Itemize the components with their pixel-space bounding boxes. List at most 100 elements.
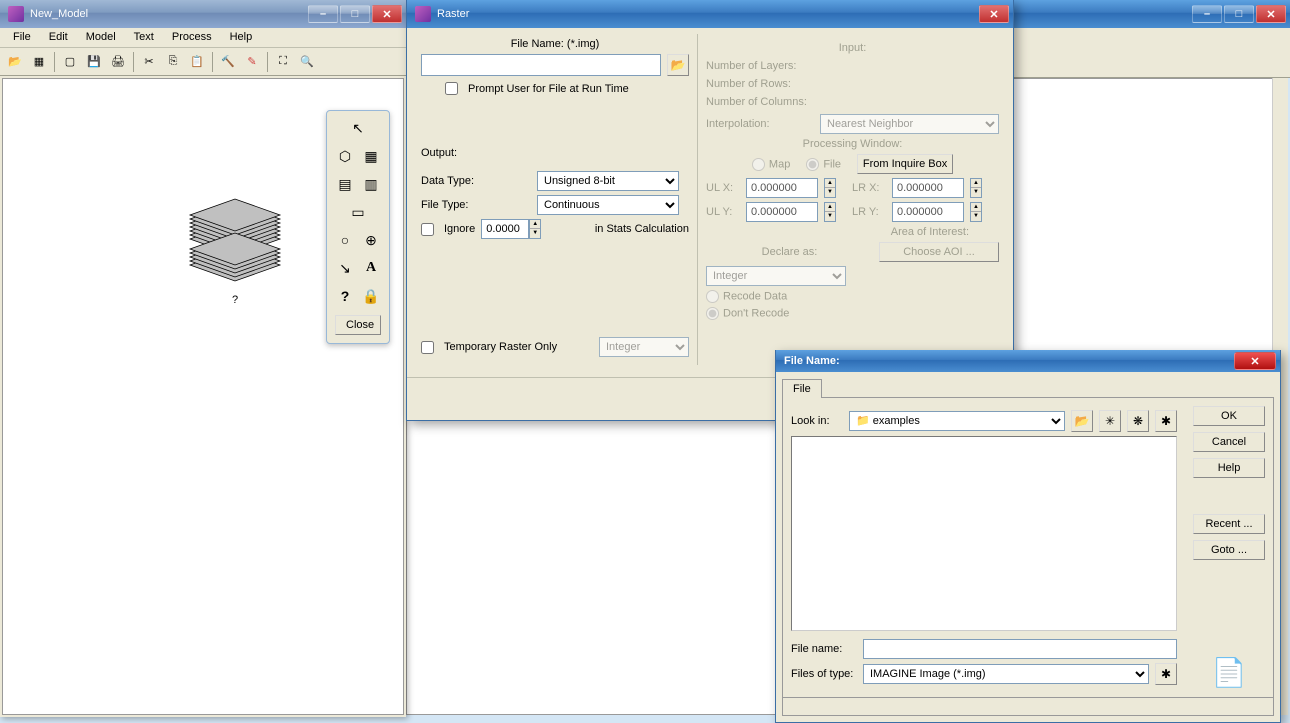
menu-help[interactable]: Help [221, 28, 262, 47]
paste-icon[interactable]: 📋 [186, 51, 208, 73]
main-minimize-button[interactable]: – [308, 5, 338, 23]
print-icon[interactable]: 🖨 [107, 51, 129, 73]
filestype-select[interactable]: IMAGINE Image (*.img) [863, 664, 1149, 684]
square-hatch-tool[interactable]: ▦ [362, 147, 380, 165]
menu-model[interactable]: Model [77, 28, 125, 47]
lrx-spinner: ▲▼ [970, 178, 982, 198]
uly-label: UL Y: [706, 206, 740, 218]
prompt-user-label: Prompt User for File at Run Time [468, 83, 629, 95]
file-radio [806, 158, 819, 171]
zoom-icon[interactable]: 🔍 [296, 51, 318, 73]
raster-browse-button[interactable]: 📂 [667, 54, 689, 76]
ignore-spinner[interactable]: ▲▼ [529, 219, 541, 239]
file-list[interactable] [791, 436, 1177, 631]
ignore-label: Ignore [444, 223, 475, 235]
lry-label: LR Y: [852, 206, 886, 218]
aoi-header: Area of Interest: [706, 226, 999, 238]
app-icon [8, 6, 24, 22]
rect-tool[interactable]: ▭ [349, 203, 367, 221]
filestype-label: Files of type: [791, 668, 857, 680]
bookmark-button[interactable]: ✱ [1155, 410, 1177, 432]
main-close-button[interactable]: ✕ [372, 5, 402, 23]
ignore-checkbox[interactable] [421, 223, 434, 236]
hammer-icon[interactable]: 🔨 [217, 51, 239, 73]
temp-raster-checkbox[interactable] [421, 341, 434, 354]
menu-text[interactable]: Text [125, 28, 163, 47]
data-type-select[interactable]: Unsigned 8-bit [537, 171, 679, 191]
input-header: Input: [706, 42, 999, 54]
prompt-user-checkbox[interactable] [445, 82, 458, 95]
ulx-input [746, 178, 818, 198]
help-tool[interactable]: ? [336, 287, 354, 305]
filename-input[interactable] [863, 639, 1177, 659]
file-cancel-button[interactable]: Cancel [1193, 432, 1265, 452]
menu-file[interactable]: File [4, 28, 40, 47]
bg-maximize-button[interactable]: □ [1224, 5, 1254, 23]
file-tab[interactable]: File [782, 379, 822, 398]
palette-close-button[interactable]: Close [335, 315, 381, 335]
table-tool[interactable]: ▥ [362, 175, 380, 193]
raster-node-label: ? [180, 294, 290, 306]
tool-palette: ↖ ⬡ ▦ ▤ ▥ ▭ ○ ⊕ ↘ A ? 🔒 Close [326, 110, 390, 344]
temp-raster-type-select: Integer [599, 337, 689, 357]
recode-radio [706, 290, 719, 303]
menu-process[interactable]: Process [163, 28, 221, 47]
view-button[interactable]: ❋ [1127, 410, 1149, 432]
connect-tool[interactable]: ↘ [336, 259, 354, 277]
menu-edit[interactable]: Edit [40, 28, 77, 47]
file-recent-button[interactable]: Recent ... [1193, 514, 1265, 534]
filestype-options-button[interactable]: ✱ [1155, 663, 1177, 685]
globe-tool[interactable]: ⊕ [362, 231, 380, 249]
raster-close-button[interactable]: ✕ [979, 5, 1009, 23]
run-icon[interactable]: ▦ [28, 51, 50, 73]
raster-file-name-label: File Name: (*.img) [421, 38, 689, 50]
bg-close-button[interactable]: ✕ [1256, 5, 1286, 23]
num-layers-label: Number of Layers: [706, 60, 999, 72]
main-maximize-button[interactable]: □ [340, 5, 370, 23]
lock-tool[interactable]: 🔒 [362, 287, 380, 305]
ignore-value-input[interactable] [481, 219, 529, 239]
grid-tool[interactable]: ▤ [336, 175, 354, 193]
lookin-select[interactable]: 📁 examples [849, 411, 1065, 431]
interpolation-select: Nearest Neighbor [820, 114, 999, 134]
file-ok-button[interactable]: OK [1193, 406, 1265, 426]
copy-icon[interactable]: ⎘ [162, 51, 184, 73]
cut-icon[interactable]: ✂ [138, 51, 160, 73]
bg-minimize-button[interactable]: – [1192, 5, 1222, 23]
file-help-button[interactable]: Help [1193, 458, 1265, 478]
from-inquire-button[interactable]: From Inquire Box [857, 154, 953, 174]
temp-raster-label: Temporary Raster Only [444, 341, 557, 353]
wand-icon[interactable]: ✎ [241, 51, 263, 73]
raster-file-name-input[interactable] [421, 54, 661, 76]
fit-icon[interactable]: ⛶ [272, 51, 294, 73]
up-folder-button[interactable]: 📂 [1071, 410, 1093, 432]
file-label: File [823, 158, 841, 170]
pointer-tool[interactable]: ↖ [349, 119, 367, 137]
hexagon-tool[interactable]: ⬡ [336, 147, 354, 165]
raster-dialog-icon [415, 6, 431, 22]
choose-aoi-button: Choose AOI ... [879, 242, 999, 262]
main-title: New_Model [30, 8, 308, 20]
filename-label: File name: [791, 643, 857, 655]
file-goto-button[interactable]: Goto ... [1193, 540, 1265, 560]
ulx-label: UL X: [706, 182, 740, 194]
lrx-input [892, 178, 964, 198]
uly-input [746, 202, 818, 222]
main-titlebar: New_Model – □ ✕ [0, 0, 406, 28]
new-icon[interactable]: ▢ [59, 51, 81, 73]
open-icon[interactable]: 📂 [4, 51, 26, 73]
file-dialog-close-button[interactable]: ✕ [1234, 352, 1276, 370]
declare-as-select: Integer [706, 266, 846, 286]
raster-stack-node[interactable]: ? [180, 191, 290, 306]
dont-recode-radio [706, 307, 719, 320]
circle-tool[interactable]: ○ [336, 231, 354, 249]
new-folder-button[interactable]: ✳ [1099, 410, 1121, 432]
num-cols-label: Number of Columns: [706, 96, 999, 108]
uly-spinner: ▲▼ [824, 202, 836, 222]
file-type-label: File Type: [421, 199, 531, 211]
save-icon[interactable]: 💾 [83, 51, 105, 73]
text-tool[interactable]: A [362, 259, 380, 277]
raster-title: Raster [437, 8, 979, 20]
file-type-select[interactable]: Continuous [537, 195, 679, 215]
lry-input [892, 202, 964, 222]
